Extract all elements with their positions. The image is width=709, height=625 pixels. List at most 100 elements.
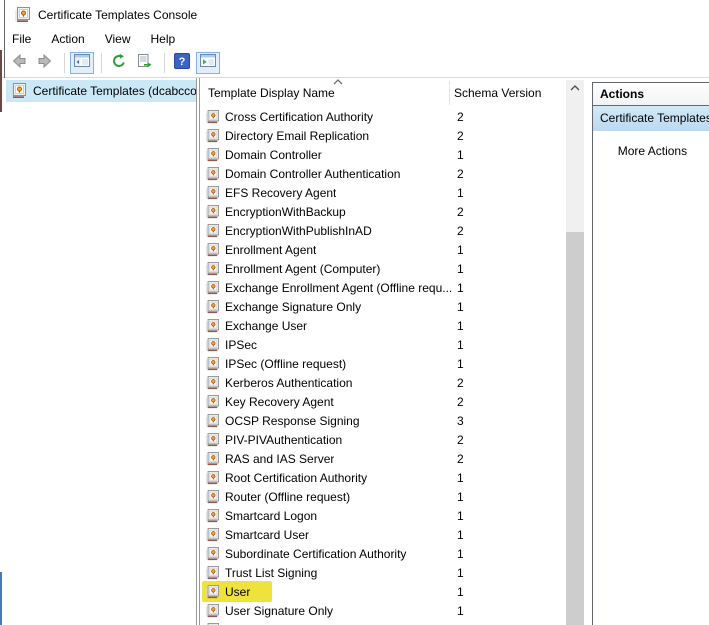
template-name: Cross Certification Authority <box>225 110 373 124</box>
template-row[interactable]: IPSec 1 <box>200 335 564 354</box>
schema-version: 1 <box>457 585 464 599</box>
template-row[interactable]: Smartcard Logon 1 <box>200 506 564 525</box>
template-name: Kerberos Authentication <box>225 376 352 390</box>
template-list-pane: Template Display Name Schema Version Cro… <box>199 78 590 625</box>
template-name: Domain Controller <box>225 148 322 162</box>
template-row[interactable]: Trust List Signing 1 <box>200 563 564 582</box>
help-button[interactable]: ? <box>170 52 194 74</box>
template-name: EncryptionWithBackup <box>225 205 346 219</box>
template-row[interactable]: Enrollment Agent 1 <box>200 240 564 259</box>
template-name: User <box>225 585 250 599</box>
template-row[interactable]: EncryptionWithBackup 2 <box>200 202 564 221</box>
template-row[interactable]: Kerberos Authentication 2 <box>200 373 564 392</box>
scrollbar-thumb[interactable] <box>566 232 584 625</box>
tree-item-label: Certificate Templates (dcabccor <box>33 84 196 98</box>
schema-version: 2 <box>457 376 464 390</box>
template-row[interactable]: EncryptionWithPublishInAD 2 <box>200 221 564 240</box>
back-button[interactable] <box>7 52 31 74</box>
schema-version: 1 <box>457 490 464 504</box>
show-console-tree-button[interactable] <box>70 52 94 74</box>
toolbar: ? <box>0 48 709 78</box>
menubar: File Action View Help <box>0 30 709 48</box>
template-row[interactable]: Enrollment Agent (Computer) 1 <box>200 259 564 278</box>
menu-view[interactable]: View <box>95 30 141 48</box>
template-row[interactable]: Subordinate Certification Authority 1 <box>200 544 564 563</box>
template-name: OCSP Response Signing <box>225 414 360 428</box>
back-arrow-icon <box>11 53 27 72</box>
certificate-template-icon <box>205 357 219 371</box>
schema-version: 2 <box>457 395 464 409</box>
column-header-template-display-name[interactable]: Template Display Name <box>208 86 335 100</box>
template-name: Trust List Signing <box>225 566 317 580</box>
toolbar-separator <box>164 53 165 73</box>
forward-button[interactable] <box>33 52 57 74</box>
template-row[interactable]: Exchange User 1 <box>200 316 564 335</box>
template-row[interactable]: Domain Controller 1 <box>200 145 564 164</box>
scroll-up-icon[interactable] <box>566 80 584 96</box>
template-row[interactable]: Domain Controller Authentication 2 <box>200 164 564 183</box>
template-row[interactable] <box>200 620 564 625</box>
svg-text:?: ? <box>179 56 186 68</box>
actions-pane-header: Actions <box>593 83 709 106</box>
certificate-template-icon <box>205 243 219 257</box>
list-scrollbar[interactable] <box>566 80 584 625</box>
menu-action[interactable]: Action <box>41 30 94 48</box>
schema-version: 1 <box>457 471 464 485</box>
column-divider[interactable] <box>449 81 450 105</box>
certificate-template-icon <box>205 338 219 352</box>
certificate-template-icon <box>205 129 219 143</box>
template-name: Domain Controller Authentication <box>225 167 400 181</box>
toolbar-separator <box>101 53 102 73</box>
template-name: Enrollment Agent <box>225 243 316 257</box>
template-row[interactable]: IPSec (Offline request) 1 <box>200 354 564 373</box>
template-row[interactable]: PIV-PIVAuthentication 2 <box>200 430 564 449</box>
template-row[interactable]: Directory Email Replication 2 <box>200 126 564 145</box>
schema-version: 1 <box>457 528 464 542</box>
list-header: Template Display Name Schema Version <box>200 78 590 107</box>
template-row[interactable]: OCSP Response Signing 3 <box>200 411 564 430</box>
template-row[interactable]: Router (Offline request) 1 <box>200 487 564 506</box>
menu-help[interactable]: Help <box>141 30 186 48</box>
export-list-button[interactable] <box>133 52 157 74</box>
template-name: EncryptionWithPublishInAD <box>225 224 372 238</box>
tree-item-certificate-templates[interactable]: Certificate Templates (dcabccor <box>6 80 196 102</box>
refresh-button[interactable] <box>107 52 131 74</box>
template-name: Exchange Enrollment Agent (Offline requ.… <box>225 281 452 295</box>
console-tree-pane: Certificate Templates (dcabccor <box>5 78 197 625</box>
template-row[interactable]: Key Recovery Agent 2 <box>200 392 564 411</box>
schema-version: 1 <box>457 186 464 200</box>
menu-file[interactable]: File <box>9 30 41 48</box>
certificate-template-icon <box>205 471 219 485</box>
certificate-template-icon <box>205 262 219 276</box>
certificate-template-icon <box>205 205 219 219</box>
schema-version: 1 <box>457 338 464 352</box>
certificate-template-icon <box>205 167 219 181</box>
template-row[interactable]: Exchange Enrollment Agent (Offline requ.… <box>200 278 564 297</box>
template-row[interactable]: User 1 <box>200 582 564 601</box>
certificate-template-icon <box>205 186 219 200</box>
template-row[interactable]: Root Certification Authority 1 <box>200 468 564 487</box>
schema-version: 2 <box>457 224 464 238</box>
schema-version: 1 <box>457 300 464 314</box>
template-row[interactable]: RAS and IAS Server 2 <box>200 449 564 468</box>
schema-version: 2 <box>457 167 464 181</box>
certificate-template-icon <box>205 452 219 466</box>
show-action-pane-button[interactable] <box>196 52 220 74</box>
template-row[interactable]: Smartcard User 1 <box>200 525 564 544</box>
template-row[interactable]: Cross Certification Authority 2 <box>200 107 564 126</box>
certificate-template-icon <box>205 376 219 390</box>
certificate-template-icon <box>205 509 219 523</box>
template-row[interactable]: Exchange Signature Only 1 <box>200 297 564 316</box>
template-name: Directory Email Replication <box>225 129 369 143</box>
certificate-template-icon <box>205 566 219 580</box>
template-row[interactable]: EFS Recovery Agent 1 <box>200 183 564 202</box>
actions-pane: Actions Certificate Templates More Actio… <box>592 82 709 625</box>
export-list-icon <box>137 53 153 72</box>
column-header-schema-version[interactable]: Schema Version <box>454 86 541 100</box>
template-name: Key Recovery Agent <box>225 395 334 409</box>
more-actions-button[interactable]: More Actions <box>593 141 709 161</box>
help-icon: ? <box>174 53 190 72</box>
certificate-templates-icon <box>10 83 26 99</box>
certificate-template-icon <box>205 281 219 295</box>
template-row[interactable]: User Signature Only 1 <box>200 601 564 620</box>
